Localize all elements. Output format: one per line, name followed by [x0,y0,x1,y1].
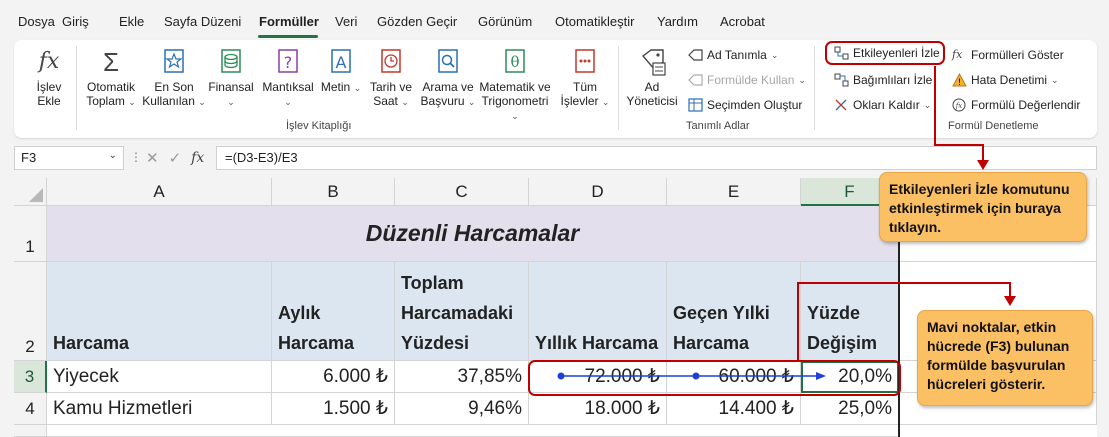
callout-blue-dots: Mavi noktalar, etkin hücrede (F3) buluna… [917,310,1093,406]
callout-trace-precedents: Etkileyenleri İzle komutunu etkinleştirm… [879,172,1087,242]
callout-arrowhead-2 [1004,296,1016,306]
callout-arrowhead-1 [977,160,989,170]
